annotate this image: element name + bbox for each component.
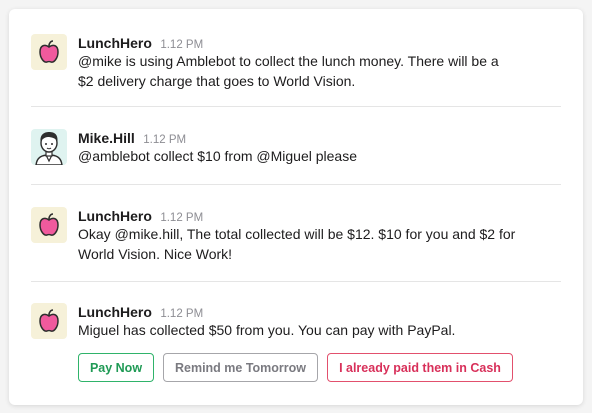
message-card: LunchHero 1.12 PM @mike is using Amblebo… [9, 9, 583, 405]
message-line: $2 delivery charge that goes to World Vi… [78, 72, 356, 89]
message-actions: Pay Now Remind me Tomorrow I already pai… [78, 353, 513, 382]
message-line: World Vision. Nice Work! [78, 245, 233, 262]
sender-name[interactable]: Mike.Hill [78, 130, 135, 146]
apple-icon [39, 213, 59, 236]
divider [31, 184, 561, 185]
timestamp[interactable]: 1.12 PM [160, 308, 203, 320]
apple-icon [39, 309, 59, 332]
timestamp[interactable]: 1.12 PM [160, 212, 203, 224]
bot-avatar[interactable] [31, 303, 67, 339]
sender-name[interactable]: LunchHero [78, 304, 152, 320]
divider [31, 281, 561, 282]
message-line: Okay @mike.hill, The total collected wil… [78, 226, 516, 242]
remind-tomorrow-button[interactable]: Remind me Tomorrow [163, 353, 318, 382]
sender-name[interactable]: LunchHero [78, 208, 152, 224]
paid-in-cash-button[interactable]: I already paid them in Cash [327, 353, 513, 382]
timestamp[interactable]: 1.12 PM [160, 39, 203, 51]
message-line: @mike is using Amblebot to collect the l… [78, 53, 499, 69]
message-text: @amblebot collect $10 from @Miguel pleas… [78, 147, 558, 167]
divider [31, 106, 561, 107]
message-line: @amblebot collect $10 from @Miguel pleas… [78, 148, 358, 164]
message-text: Miguel has collected $50 from you. You c… [78, 321, 558, 341]
user-avatar-icon [35, 132, 63, 165]
bot-avatar[interactable] [31, 207, 67, 243]
timestamp[interactable]: 1.12 PM [143, 134, 186, 146]
message-text: @mike is using Amblebot to collect the l… [78, 52, 558, 91]
apple-icon [39, 40, 59, 63]
user-avatar[interactable] [31, 129, 67, 165]
message-text: Okay @mike.hill, The total collected wil… [78, 225, 558, 264]
message-line: Miguel has collected $50 from you. You c… [78, 322, 456, 338]
pay-now-button[interactable]: Pay Now [78, 353, 154, 382]
sender-name[interactable]: LunchHero [78, 35, 152, 51]
bot-avatar[interactable] [31, 34, 67, 70]
